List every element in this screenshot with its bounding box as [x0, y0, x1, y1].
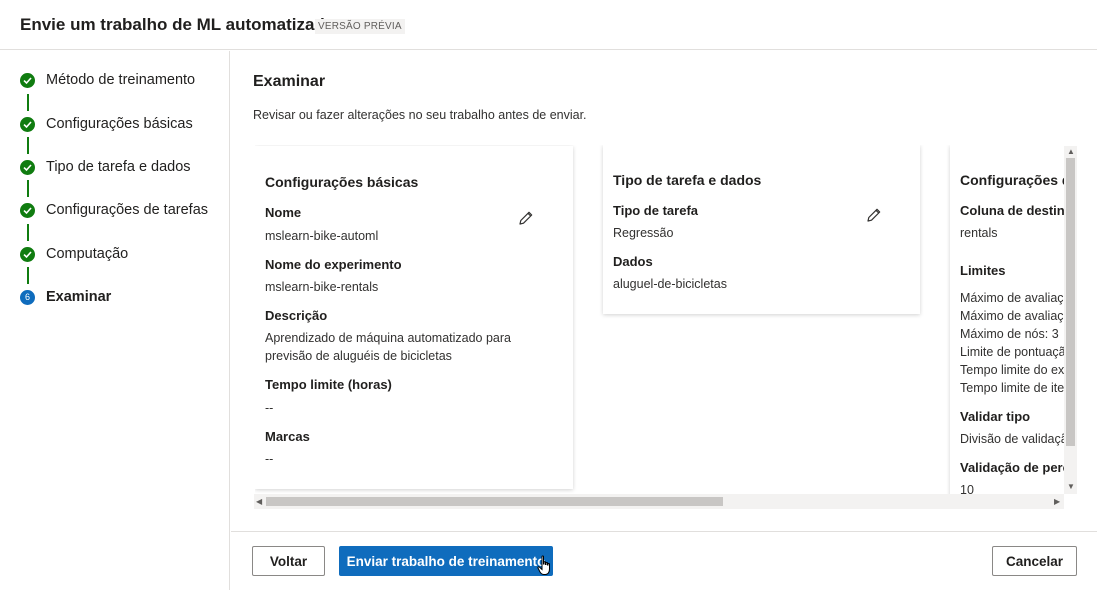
scrollbar-thumb[interactable]	[1066, 158, 1075, 446]
scroll-right-icon[interactable]: ▶	[1054, 497, 1060, 506]
field-label: Descrição	[265, 308, 328, 323]
card-task-type-data: Tipo de tarefa e dados Tipo de tarefa Re…	[603, 145, 920, 314]
field-label: Marcas	[265, 429, 310, 444]
field-label: Tempo limite (horas)	[265, 377, 392, 392]
step-label: Configurações básicas	[46, 116, 193, 132]
submit-training-job-button[interactable]: Enviar trabalho de treinamento	[339, 546, 553, 576]
scrollbar-thumb[interactable]	[266, 497, 723, 506]
check-icon	[20, 73, 35, 88]
field-value: Tempo limite de ite	[960, 381, 1065, 395]
hand-cursor-icon	[537, 555, 553, 582]
step-label: Computação	[46, 246, 129, 262]
field-value: Divisão de validaçã	[960, 432, 1068, 446]
back-button[interactable]: Voltar	[252, 546, 325, 576]
field-value: aluguel-de-bicicletas	[613, 277, 727, 291]
wizard-steps: Método de treinamento Configurações bási…	[0, 51, 230, 590]
card-title: Tipo de tarefa e dados	[613, 172, 762, 188]
field-value: --	[265, 452, 274, 466]
dialog-title: Envie um trabalho de ML automatizado	[20, 15, 336, 34]
card-task-settings: Configurações d Coluna de destino rental…	[950, 145, 1078, 495]
step-number-badge: 6	[20, 290, 35, 305]
scroll-down-icon[interactable]: ▼	[1067, 482, 1075, 491]
card-title: Configurações básicas	[265, 174, 419, 190]
field-value: rentals	[960, 226, 998, 240]
horizontal-scrollbar[interactable]: ◀ ▶	[254, 494, 1064, 509]
field-value: --	[265, 401, 274, 415]
scroll-up-icon[interactable]: ▲	[1067, 147, 1075, 156]
check-icon	[20, 247, 35, 262]
preview-badge: VERSÃO PRÉVIA	[315, 19, 405, 34]
check-icon	[20, 117, 35, 132]
cancel-button[interactable]: Cancelar	[992, 546, 1077, 576]
field-label: Limites	[960, 263, 1006, 278]
step-connector	[27, 267, 29, 284]
edit-icon[interactable]	[865, 206, 883, 224]
field-label: Nome do experimento	[265, 257, 402, 272]
step-label: Configurações de tarefas	[46, 202, 209, 218]
field-value: mslearn-bike-rentals	[265, 280, 379, 294]
scroll-left-icon[interactable]: ◀	[256, 497, 262, 506]
field-value: mslearn-bike-automl	[265, 229, 379, 243]
field-value: Máximo de avaliaç	[960, 309, 1064, 323]
field-value: Aprendizado de máquina automatizado para	[265, 331, 512, 345]
step-label: Método de treinamento	[46, 72, 196, 88]
field-label: Validação de perce	[960, 460, 1078, 475]
field-value: Regressão	[613, 226, 674, 240]
check-icon	[20, 160, 35, 175]
cards-scroll-area[interactable]: Configurações básicas Nome mslearn-bike-…	[255, 145, 1078, 495]
review-description: Revisar ou fazer alterações no seu traba…	[253, 108, 587, 122]
field-value: Limite de pontuaçã	[960, 345, 1066, 359]
card-title: Configurações d	[960, 172, 1071, 188]
step-connector	[27, 94, 29, 111]
step-label: Examinar	[46, 289, 112, 305]
review-title: Examinar	[253, 73, 326, 90]
vertical-scrollbar[interactable]: ▲ ▼	[1064, 146, 1077, 494]
step-label: Tipo de tarefa e dados	[46, 159, 191, 175]
card-basic-settings: Configurações básicas Nome mslearn-bike-…	[255, 146, 573, 489]
field-label: Nome	[265, 205, 302, 220]
step-connector	[27, 180, 29, 197]
field-label: Dados	[613, 254, 653, 269]
field-value: Máximo de avaliaç	[960, 291, 1064, 305]
field-value: previsão de aluguéis de bicicletas	[265, 349, 452, 363]
check-icon	[20, 203, 35, 218]
field-value: Máximo de nós: 3	[960, 327, 1059, 341]
review-panel: Examinar Revisar ou fazer alterações no …	[231, 51, 1097, 531]
field-label: Validar tipo	[960, 409, 1031, 424]
step-connector	[27, 137, 29, 154]
field-label: Coluna de destino	[960, 203, 1073, 218]
field-label: Tipo de tarefa	[613, 203, 699, 218]
edit-icon[interactable]	[517, 209, 535, 227]
field-value: Tempo limite do ex	[960, 363, 1065, 377]
dialog-header: Envie um trabalho de ML automatizado VER…	[0, 0, 1097, 50]
step-connector	[27, 224, 29, 241]
